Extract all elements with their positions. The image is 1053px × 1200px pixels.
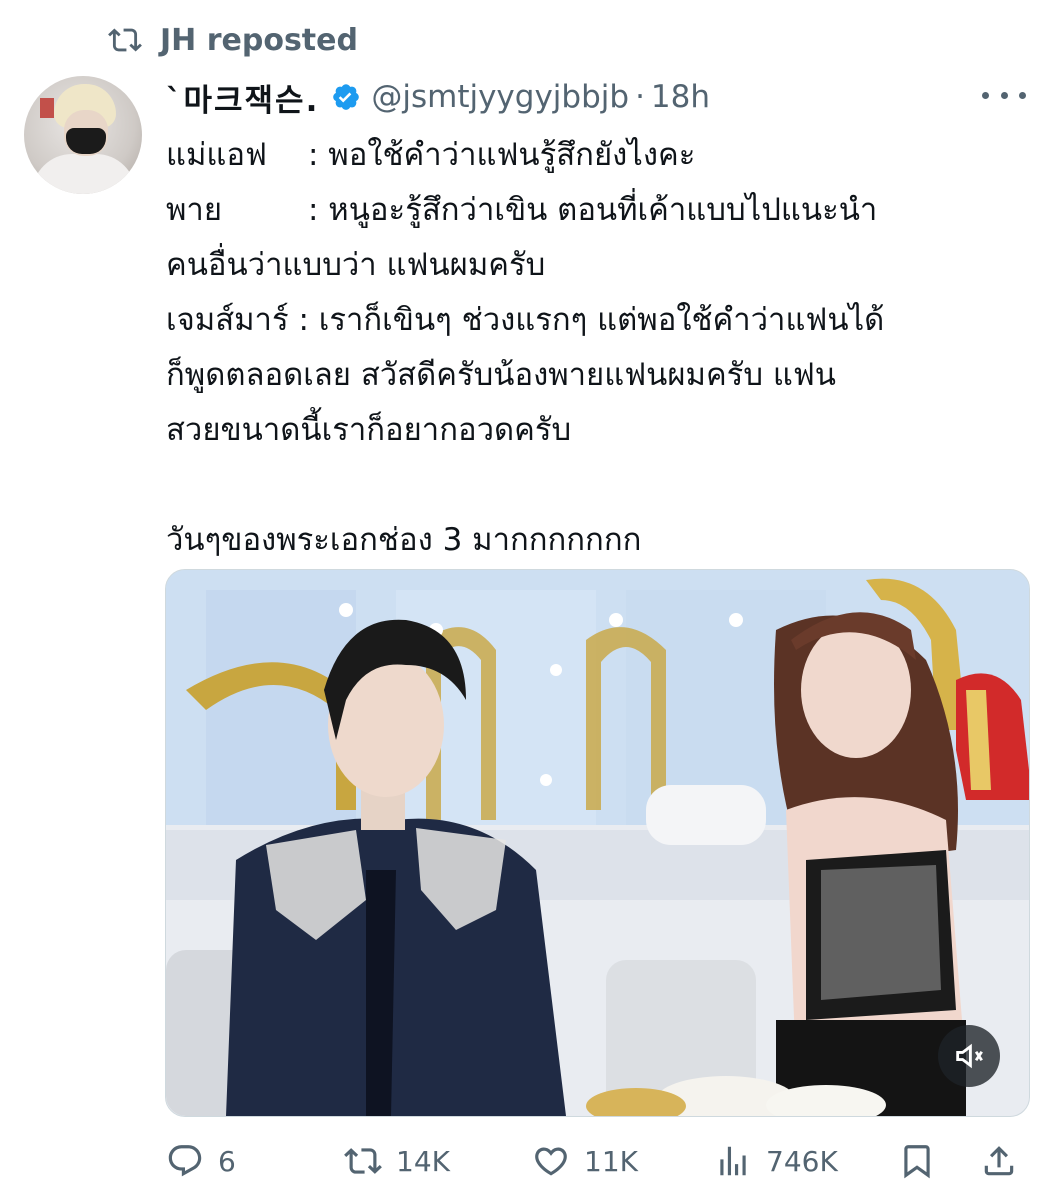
like-count: 11K xyxy=(584,1144,638,1178)
share-button[interactable] xyxy=(980,1134,1032,1188)
view-count: 746K xyxy=(766,1144,838,1178)
repost-count: 14K xyxy=(396,1144,450,1178)
tweet-line: เจมส์มาร์ : เราก็เขินๆ ช่วงแรกๆ แต่พอใช้… xyxy=(166,293,1036,348)
like-button[interactable]: 11K xyxy=(532,1134,638,1188)
tweet-timestamp[interactable]: 18h xyxy=(651,79,710,115)
mute-button[interactable] xyxy=(938,1025,1000,1087)
line-text: : พอใช้คำว่าแฟนรู้สึกยังไงคะ xyxy=(308,137,696,173)
heart-icon xyxy=(535,1147,567,1176)
action-bar: 6 14K 11K 746K xyxy=(162,1134,1032,1188)
reply-icon xyxy=(168,1145,202,1177)
tweet-header: `마크잭슨. @jsmtjyygyjbbjb · 18h xyxy=(166,74,710,120)
line-text: ก็พูดตลอดเลย สวัสดีครับน้องพายแฟนผมครับ … xyxy=(166,357,836,393)
line-text: : หนูอะรู้สึกว่าเขิน ตอนที่เค้าแบบไปแนะน… xyxy=(308,192,878,228)
author-handle[interactable]: @jsmtjyygyjbbjb xyxy=(371,79,629,115)
video-frame xyxy=(166,570,1029,1116)
repost-icon xyxy=(344,1148,382,1174)
author-avatar[interactable] xyxy=(24,76,142,194)
repost-button[interactable]: 14K xyxy=(344,1134,450,1188)
line-text: เจมส์มาร์ : เราก็เขินๆ ช่วงแรกๆ แต่พอใช้… xyxy=(166,302,885,338)
tweet-line: คนอื่นว่าแบบว่า แฟนผมครับ xyxy=(166,238,1036,293)
verified-badge-icon[interactable] xyxy=(331,82,361,112)
repost-banner[interactable]: JH reposted xyxy=(108,20,358,60)
line-text: วันๆของพระเอกช่อง 3 มากกกกกกก xyxy=(166,522,642,558)
tweet-line: ก็พูดตลอดเลย สวัสดีครับน้องพายแฟนผมครับ … xyxy=(166,348,1036,403)
tweet-line: แม่แอฟ : พอใช้คำว่าแฟนรู้สึกยังไงคะ xyxy=(166,128,1036,183)
views-chart-icon xyxy=(720,1146,746,1176)
reply-count: 6 xyxy=(218,1144,236,1178)
tweet-video[interactable] xyxy=(165,569,1030,1117)
tweet-line: สวยขนาดนี้เราก็อยากอวดครับ xyxy=(166,403,1036,458)
line-text: สวยขนาดนี้เราก็อยากอวดครับ xyxy=(166,412,572,448)
reply-button[interactable]: 6 xyxy=(166,1134,236,1188)
bookmark-button[interactable] xyxy=(898,1134,950,1188)
tweet-line: วันๆของพระเอกช่อง 3 มากกกกกกก xyxy=(166,513,1036,568)
speaker-label: แม่แอฟ xyxy=(166,137,267,173)
speaker-muted-icon xyxy=(956,1043,983,1069)
repost-banner-text: JH reposted xyxy=(160,22,358,58)
line-text: คนอื่นว่าแบบว่า แฟนผมครับ xyxy=(166,247,546,283)
speaker-label: พาย xyxy=(166,192,223,228)
tweet-text: แม่แอฟ : พอใช้คำว่าแฟนรู้สึกยังไงคะ พาย … xyxy=(166,128,1036,568)
share-icon xyxy=(984,1146,1014,1176)
tweet-line: พาย : หนูอะรู้สึกว่าเขิน ตอนที่เค้าแบบไป… xyxy=(166,183,1036,238)
author-display-name[interactable]: `마크잭슨. xyxy=(166,75,319,120)
views-button[interactable]: 746K xyxy=(714,1134,838,1188)
separator-dot: · xyxy=(635,79,645,115)
more-options-icon[interactable] xyxy=(982,80,1026,110)
repost-icon xyxy=(108,28,142,52)
bookmark-icon xyxy=(904,1145,930,1179)
